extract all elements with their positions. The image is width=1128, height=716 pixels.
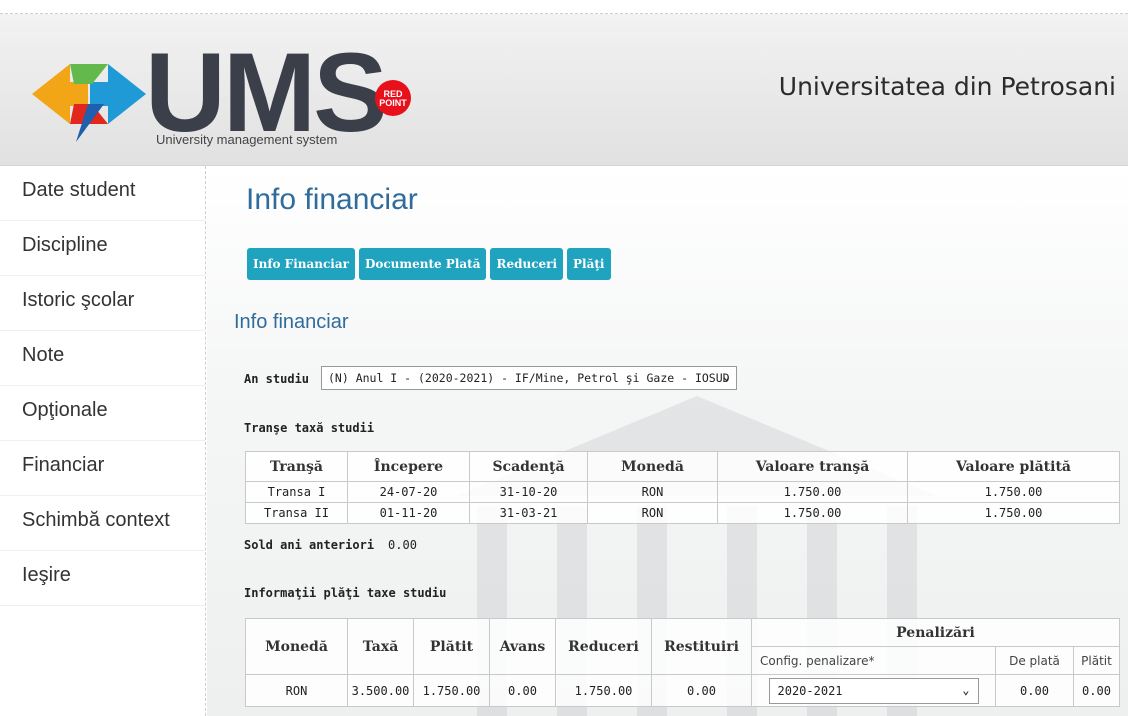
sidebar-item-optionale[interactable]: Opţionale [0, 386, 205, 441]
section-title: Info financiar [234, 311, 349, 333]
sidebar-item-istoric-scolar[interactable]: Istoric şcolar [0, 276, 205, 331]
tab-plati[interactable]: Plăţi [567, 248, 611, 280]
tab-info-financiar[interactable]: Info Financiar [247, 248, 355, 280]
table-header-row: Monedă Taxă Plătit Avans Reduceri Restit… [245, 618, 1120, 675]
ums-logo-icon [32, 64, 146, 142]
col-header: Valoare plătită [907, 451, 1120, 482]
chevron-down-icon: ⌄ [962, 682, 970, 697]
table-cell: Transa I [245, 481, 348, 503]
col-header: Tranşă [245, 451, 348, 482]
table-row: RON 3.500.00 1.750.00 0.00 1.750.00 0.00… [245, 674, 1120, 707]
table-cell: 1.750.00 [717, 481, 908, 503]
table-header-row: Tranşă Începere Scadenţă Monedă Valoare … [245, 451, 1120, 482]
sidebar-item-iesire[interactable]: Ieşire [0, 551, 205, 606]
an-studiu-select[interactable]: (N) Anul I - (2020-2021) - IF/Mine, Petr… [321, 366, 737, 390]
col-header: Plătit [1073, 646, 1120, 675]
tab-reduceri[interactable]: Reduceri [490, 248, 564, 280]
table-cell: 31-03-21 [469, 502, 588, 524]
table-row: Transa I 24-07-20 31-10-20 RON 1.750.00 … [245, 481, 1120, 503]
table-cell: 1.750.00 [555, 674, 652, 707]
app-header: UMS University management system RED POI… [0, 14, 1128, 166]
sidebar-item-discipline[interactable]: Discipline [0, 221, 205, 276]
sidebar-item-date-student[interactable]: Date student [0, 166, 205, 221]
table-cell: 0.00 [651, 674, 752, 707]
table-cell: 1.750.00 [907, 502, 1120, 524]
config-penalizare-select[interactable]: 2020-2021 ⌄ [768, 677, 979, 704]
an-studiu-value: (N) Anul I - (2020-2021) - IF/Mine, Petr… [328, 371, 730, 385]
logo-subtitle: University management system [156, 132, 338, 147]
col-header: Monedă [587, 451, 718, 482]
tab-bar: Info Financiar Documente Plată Reduceri … [247, 248, 611, 280]
table-cell: 31-10-20 [469, 481, 588, 503]
sidebar-item-financiar[interactable]: Financiar [0, 441, 205, 496]
table-cell: 1.750.00 [413, 674, 490, 707]
col-header: Restituiri [651, 618, 752, 675]
redpoint-badge: RED POINT [375, 80, 411, 116]
table-cell: 2020-2021 ⌄ [751, 674, 996, 707]
penalizari-header: Penalizări [751, 618, 1120, 647]
page-title: Info financiar [246, 183, 418, 216]
table-cell: 3.500.00 [347, 674, 414, 707]
table-cell: 01-11-20 [347, 502, 470, 524]
table-cell: 1.750.00 [717, 502, 908, 524]
tab-documente-plata[interactable]: Documente Plată [358, 248, 487, 280]
table-cell: Transa II [245, 502, 348, 524]
col-header: Taxă [347, 618, 414, 675]
transe-label: Tranşe taxă studii [244, 421, 375, 435]
col-header: Config. penalizare* [751, 646, 996, 675]
an-studiu-label: An studiu [244, 372, 310, 386]
university-name: Universitatea din Petrosani [778, 72, 1116, 101]
sold-label: Sold ani anteriori [244, 538, 375, 552]
sidebar: Date student Discipline Istoric şcolar N… [0, 166, 206, 716]
table-cell: 24-07-20 [347, 481, 470, 503]
col-header: Reduceri [555, 618, 652, 675]
sold-value: 0.00 [388, 538, 417, 552]
table-row: Transa II 01-11-20 31-03-21 RON 1.750.00… [245, 502, 1120, 524]
col-header: Plătit [413, 618, 490, 675]
sidebar-item-schimba-context[interactable]: Schimbă context [0, 496, 205, 551]
chevron-down-icon: ⌄ [722, 369, 730, 383]
sidebar-item-note[interactable]: Note [0, 331, 205, 386]
col-header: Avans [489, 618, 556, 675]
plati-label: Informaţii plăţi taxe studiu [244, 586, 447, 600]
col-header: Scadenţă [469, 451, 588, 482]
table-cell: 0.00 [995, 674, 1074, 707]
transe-table: Tranşă Începere Scadenţă Monedă Valoare … [245, 451, 1120, 524]
badge-text-2: POINT [379, 98, 407, 108]
col-header: De plată [995, 646, 1074, 675]
config-penalizare-value: 2020-2021 [777, 683, 843, 698]
table-cell: RON [587, 481, 718, 503]
table-cell: RON [245, 674, 348, 707]
col-header: Valoare tranşă [717, 451, 908, 482]
col-header: Începere [347, 451, 470, 482]
plati-table: Monedă Taxă Plătit Avans Reduceri Restit… [245, 618, 1120, 707]
table-cell: 0.00 [1073, 674, 1120, 707]
sold-ani-anteriori: Sold ani anteriori 0.00 [244, 538, 417, 552]
table-cell: 1.750.00 [907, 481, 1120, 503]
col-header: Monedă [245, 618, 348, 675]
table-cell: RON [587, 502, 718, 524]
main-content: Info financiar Info Financiar Documente … [207, 166, 1128, 716]
table-cell: 0.00 [489, 674, 556, 707]
